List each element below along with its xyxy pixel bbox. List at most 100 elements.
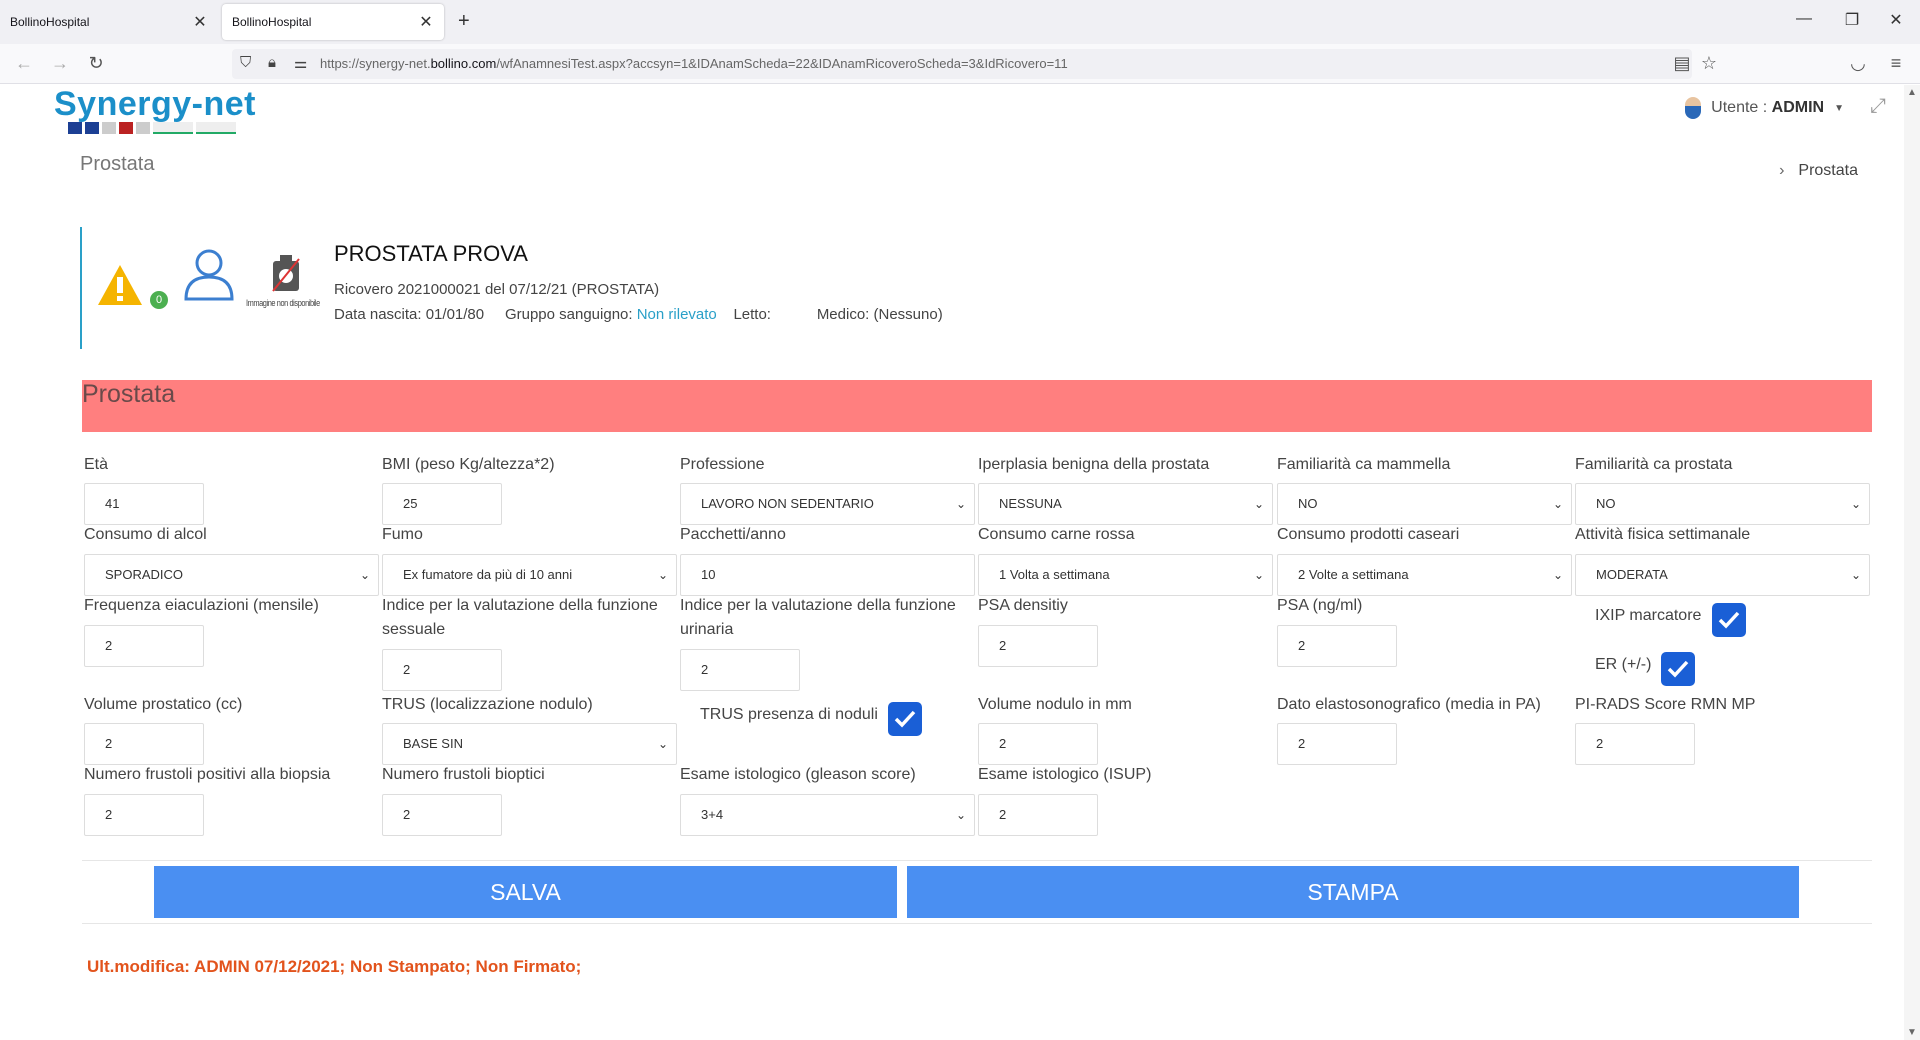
lock-icon[interactable]: 🔒︎ bbox=[268, 54, 276, 71]
check-icon bbox=[894, 710, 916, 728]
minimize-icon[interactable]: — bbox=[1784, 10, 1824, 28]
ixip-checkbox[interactable] bbox=[1712, 603, 1746, 637]
field-psa: PSA (ng/ml) bbox=[1277, 597, 1363, 614]
field-pirads: PI-RADS Score RMN MP bbox=[1575, 696, 1756, 713]
permissions-icon[interactable]: ⚌ bbox=[294, 54, 307, 72]
fam-prostata-select[interactable]: NO ⌄ bbox=[1575, 483, 1870, 525]
funzione-urinaria-input[interactable]: 2 bbox=[680, 649, 800, 691]
print-button[interactable]: STAMPA bbox=[907, 866, 1799, 918]
breadcrumb: › Prostata bbox=[1779, 162, 1858, 180]
carne-select[interactable]: 1 Volta a settimana ⌄ bbox=[978, 554, 1273, 596]
fumo-select[interactable]: Ex fumatore da più di 10 anni ⌄ bbox=[382, 554, 677, 596]
breadcrumb-item[interactable]: Prostata bbox=[1798, 162, 1858, 179]
scroll-down-icon: ▼ bbox=[1907, 1027, 1917, 1038]
close-tab-icon[interactable]: ✕ bbox=[418, 12, 434, 32]
check-icon bbox=[1718, 611, 1740, 629]
page-content: Synergy-net Utente : ADMIN ▼ ⤢ Prostata … bbox=[0, 85, 1904, 1040]
divider bbox=[82, 860, 1872, 861]
back-icon[interactable]: ← bbox=[12, 53, 36, 74]
psa-input[interactable]: 2 bbox=[1277, 625, 1397, 667]
pacchetti-input[interactable]: 10 bbox=[680, 554, 975, 596]
patient-name: PROSTATA PROVA bbox=[334, 241, 528, 266]
check-icon bbox=[1667, 660, 1689, 678]
field-eta: Età bbox=[84, 456, 109, 473]
volume-input[interactable]: 2 bbox=[84, 723, 204, 765]
field-bmi: BMI (peso Kg/altezza*2) bbox=[382, 456, 555, 473]
url-bar[interactable]: ⛉ 🔒︎ ⚌ https://synergy-net.bollino.com/w… bbox=[232, 49, 1692, 79]
alert-count-badge: 0 bbox=[150, 291, 168, 309]
field-eiaculazioni: Frequenza eiaculazioni (mensile) bbox=[84, 597, 319, 614]
synergy-logo[interactable]: Synergy-net bbox=[54, 85, 256, 134]
field-attivita: Attività fisica settimanale bbox=[1575, 526, 1751, 543]
save-button[interactable]: SALVA bbox=[154, 866, 897, 918]
forward-icon[interactable]: → bbox=[48, 53, 72, 74]
fam-mammella-select[interactable]: NO ⌄ bbox=[1277, 483, 1572, 525]
attivita-select[interactable]: MODERATA ⌄ bbox=[1575, 554, 1870, 596]
warning-icon[interactable] bbox=[96, 263, 144, 307]
divider bbox=[82, 923, 1872, 924]
field-alcol: Consumo di alcol bbox=[84, 526, 207, 543]
fullscreen-icon[interactable]: ⤢ bbox=[1870, 95, 1886, 118]
frustoli-positivi-input[interactable]: 2 bbox=[84, 794, 204, 836]
funzione-sessuale-input[interactable]: 2 bbox=[382, 649, 502, 691]
url-text: https://synergy-net.bollino.com/wfAnamne… bbox=[320, 56, 1068, 71]
chevron-down-icon: ⌄ bbox=[1253, 568, 1264, 582]
bookmark-star-icon[interactable]: ☆ bbox=[1697, 53, 1721, 74]
field-gleason: Esame istologico (gleason score) bbox=[680, 766, 916, 783]
alcol-select[interactable]: SPORADICO ⌄ bbox=[84, 554, 379, 596]
field-iperplasia: Iperplasia benigna della prostata bbox=[978, 456, 1210, 473]
user-label: Utente : ADMIN bbox=[1711, 99, 1825, 116]
trus-noduli-checkbox[interactable] bbox=[888, 702, 922, 736]
shield-icon[interactable]: ⛉ bbox=[240, 54, 251, 71]
restore-icon[interactable]: ❐ bbox=[1832, 10, 1872, 30]
field-elasto: Dato elastosonografico (media in PA) bbox=[1277, 696, 1541, 713]
bmi-input[interactable]: 25 bbox=[382, 483, 502, 525]
menu-icon[interactable]: ≡ bbox=[1884, 53, 1908, 74]
vol-nodulo-input[interactable]: 2 bbox=[978, 723, 1098, 765]
trus-loc-select[interactable]: BASE SIN ⌄ bbox=[382, 723, 677, 765]
frustoli-input[interactable]: 2 bbox=[382, 794, 502, 836]
field-fam-prostata: Familiarità ca prostata bbox=[1575, 456, 1733, 473]
reload-icon[interactable]: ↻ bbox=[84, 53, 108, 74]
camera-off-icon bbox=[272, 255, 300, 292]
chevron-down-icon: ⌄ bbox=[359, 568, 370, 582]
person-icon bbox=[184, 249, 234, 301]
window-close-icon[interactable]: ✕ bbox=[1876, 10, 1916, 30]
field-caseari: Consumo prodotti caseari bbox=[1277, 526, 1460, 543]
blood-group-link[interactable]: Non rilevato bbox=[637, 306, 717, 323]
field-pacchetti: Pacchetti/anno bbox=[680, 526, 786, 543]
pirads-input[interactable]: 2 bbox=[1575, 723, 1695, 765]
field-funzione-sessuale: Indice per la valutazione della funzione… bbox=[382, 597, 658, 638]
pocket-icon[interactable]: ◡ bbox=[1846, 53, 1870, 74]
field-vol-nodulo: Volume nodulo in mm bbox=[978, 696, 1132, 713]
field-frustoli-positivi: Numero frustoli positivi alla biopsia bbox=[84, 766, 331, 783]
eiaculazioni-input[interactable]: 2 bbox=[84, 625, 204, 667]
page-scrollbar[interactable]: ▲ ▼ bbox=[1904, 85, 1920, 1040]
close-tab-icon[interactable]: ✕ bbox=[192, 12, 208, 32]
professione-select[interactable]: LAVORO NON SEDENTARIO ⌄ bbox=[680, 483, 975, 525]
elasto-input[interactable]: 2 bbox=[1277, 723, 1397, 765]
patient-admission: Ricovero 2021000021 del 07/12/21 (PROSTA… bbox=[334, 281, 660, 298]
er-checkbox[interactable] bbox=[1661, 652, 1695, 686]
page-title: Prostata bbox=[80, 153, 155, 175]
patient-details: Data nascita: 01/01/80 Gruppo sanguigno:… bbox=[334, 306, 943, 323]
caret-down-icon: ▼ bbox=[1834, 102, 1844, 114]
last-modified-note: Ult.modifica: ADMIN 07/12/2021; Non Stam… bbox=[87, 957, 582, 976]
field-trus-loc: TRUS (localizzazione nodulo) bbox=[382, 696, 593, 713]
browser-tab-1[interactable]: BollinoHospital ✕ bbox=[0, 4, 218, 40]
reader-view-icon[interactable]: ▤ bbox=[1670, 53, 1694, 74]
psa-density-input[interactable]: 2 bbox=[978, 625, 1098, 667]
chevron-down-icon: ⌄ bbox=[1552, 497, 1563, 511]
isup-input[interactable]: 2 bbox=[978, 794, 1098, 836]
patient-card: 0 Immagine non disponibile PROSTATA PROV… bbox=[80, 227, 980, 349]
new-tab-icon[interactable]: + bbox=[458, 10, 470, 33]
user-menu[interactable]: Utente : ADMIN ▼ bbox=[1685, 97, 1844, 119]
eta-input[interactable]: 41 bbox=[84, 483, 204, 525]
iperplasia-select[interactable]: NESSUNA ⌄ bbox=[978, 483, 1273, 525]
no-image-placeholder: Immagine non disponibile bbox=[246, 253, 326, 308]
ixip-label: IXIP marcatore bbox=[1595, 607, 1702, 624]
gleason-select[interactable]: 3+4 ⌄ bbox=[680, 794, 975, 836]
browser-navbar: ← → ↻ ⛉ 🔒︎ ⚌ https://synergy-net.bollino… bbox=[0, 44, 1920, 84]
caseari-select[interactable]: 2 Volte a settimana ⌄ bbox=[1277, 554, 1572, 596]
browser-tab-2[interactable]: BollinoHospital ✕ bbox=[222, 4, 444, 40]
